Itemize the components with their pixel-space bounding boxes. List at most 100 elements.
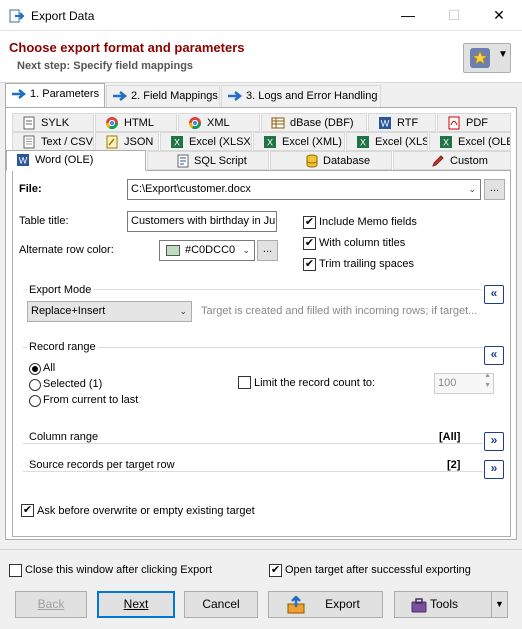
excel-icon: X	[357, 136, 369, 148]
export-icon	[287, 596, 305, 614]
tab-excel-xlsx[interactable]: X Excel (XLSX)	[160, 132, 252, 151]
range-from-current-radio[interactable]	[29, 395, 41, 407]
arrow-right-icon	[113, 91, 128, 101]
window-title: Export Data	[31, 9, 95, 23]
close-button[interactable]: ✕	[476, 0, 522, 31]
tab-sylk[interactable]: SYLK	[12, 113, 94, 132]
tab-html[interactable]: HTML	[95, 113, 177, 132]
trim-spaces-checkbox[interactable]: ✔	[303, 258, 316, 271]
collapse-export-mode-button[interactable]: «	[484, 285, 504, 304]
chrome-icon	[189, 117, 201, 130]
range-all-label: All	[43, 362, 56, 374]
next-button[interactable]: Next	[97, 591, 175, 618]
export-button[interactable]: Export	[268, 591, 383, 618]
tab-text-csv[interactable]: Text / CSV	[12, 132, 94, 151]
tab-dbase[interactable]: dBase (DBF)	[261, 113, 367, 132]
page-subtitle: Next step: Specify field mappings	[17, 60, 194, 72]
svg-text:W: W	[19, 156, 28, 166]
column-titles-checkbox[interactable]: ✔	[303, 237, 316, 250]
export-mode-description: Target is created and filled with incomi…	[201, 305, 478, 317]
chevron-down-icon: ⌄	[468, 184, 476, 194]
toolbox-icon	[411, 598, 427, 613]
record-range-title: Record range	[27, 341, 98, 353]
tab-custom[interactable]: Custom	[393, 151, 511, 170]
arrow-right-icon	[12, 89, 27, 99]
table-title-input[interactable]: Customers with birthday in Jul	[127, 211, 277, 232]
range-selected-radio[interactable]	[29, 379, 41, 391]
expand-source-records-button[interactable]: »	[484, 460, 504, 479]
pdf-icon	[448, 116, 460, 130]
tab-word-ole[interactable]: W Word (OLE)	[6, 150, 146, 171]
tab-json[interactable]: JSON	[95, 132, 159, 151]
tab-sql-script[interactable]: SQL Script	[147, 151, 269, 170]
step-parameters[interactable]: 1. Parameters	[5, 83, 105, 107]
json-icon	[106, 135, 118, 149]
export-mode-select[interactable]: Replace+Insert ⌄	[27, 301, 192, 322]
limit-count-checkbox[interactable]	[238, 376, 251, 389]
column-range-title: Column range	[27, 431, 101, 443]
cancel-button[interactable]: Cancel	[184, 591, 258, 618]
chevron-down-icon: ⌄	[179, 306, 187, 316]
tab-xml[interactable]: XML	[178, 113, 260, 132]
step-label: 2. Field Mappings	[131, 90, 218, 102]
minimize-button[interactable]: —	[385, 0, 431, 31]
chevron-down-icon: ⌄	[242, 245, 250, 255]
step-field-mappings[interactable]: 2. Field Mappings	[106, 85, 220, 107]
file-path-combobox[interactable]: C:\Export\customer.docx ⌄	[127, 179, 481, 200]
svg-text:X: X	[267, 138, 273, 148]
tab-rtf[interactable]: W RTF	[368, 113, 436, 132]
svg-text:W: W	[381, 119, 390, 129]
title-bar: Export Data — ☐ ✕	[0, 0, 522, 31]
collapse-record-range-button[interactable]: «	[484, 346, 504, 365]
tab-database[interactable]: Database	[270, 151, 392, 170]
back-button[interactable]: Back	[15, 591, 87, 618]
browse-file-button[interactable]: ...	[484, 179, 505, 200]
color-swatch	[166, 244, 180, 256]
include-memo-checkbox[interactable]: ✔	[303, 216, 316, 229]
open-target-checkbox[interactable]: ✔	[269, 564, 282, 577]
range-selected-label: Selected (1)	[43, 378, 103, 390]
sql-script-icon	[177, 154, 189, 168]
svg-text:X: X	[443, 138, 449, 148]
ask-overwrite-label: Ask before overwrite or empty existing t…	[37, 505, 255, 517]
database-icon	[306, 154, 318, 168]
tab-pdf[interactable]: PDF	[437, 113, 511, 132]
tab-excel-xml[interactable]: X Excel (XML)	[253, 132, 345, 151]
tools-dropdown-arrow[interactable]: ▼	[491, 592, 507, 617]
text-file-icon	[23, 135, 35, 149]
tab-excel-xls[interactable]: X Excel (XLS)	[346, 132, 428, 151]
range-all-radio[interactable]	[29, 363, 41, 375]
wizard-header: Choose export format and parameters Next…	[0, 31, 522, 83]
close-after-export-label: Close this window after clicking Export	[25, 564, 213, 576]
file-label: File:	[19, 183, 42, 195]
excel-icon: X	[171, 136, 183, 148]
include-memo-label: Include Memo fields	[319, 216, 417, 228]
tab-excel-ole[interactable]: X Excel (OLE)	[429, 132, 511, 151]
svg-text:X: X	[360, 138, 366, 148]
alt-row-color-combobox[interactable]: #C0DCC0 ⌄	[159, 240, 255, 261]
favorites-button[interactable]: ▼	[463, 43, 511, 73]
alt-row-color-label: Alternate row color:	[19, 244, 114, 256]
chevron-down-icon: ▼	[498, 49, 508, 60]
tools-button[interactable]: Tools ▼	[394, 591, 508, 618]
excel-icon: X	[440, 136, 452, 148]
limit-count-spinner[interactable]: 100 ▲ ▼	[434, 373, 494, 394]
pencil-icon	[432, 155, 444, 167]
excel-icon: X	[264, 136, 276, 148]
word-icon: W	[17, 154, 29, 166]
table-title-label: Table title:	[19, 215, 69, 227]
source-records-title: Source records per target row	[27, 459, 177, 471]
maximize-button: ☐	[447, 7, 461, 23]
star-icon	[470, 48, 490, 68]
close-after-export-checkbox[interactable]	[9, 564, 22, 577]
expand-column-range-button[interactable]: »	[484, 432, 504, 451]
color-picker-button[interactable]: ...	[257, 240, 278, 261]
step-logs-errors[interactable]: 3. Logs and Error Handling	[221, 85, 381, 107]
parameters-panel: SYLK HTML XML dBase (DBF) W RTF PDF Text…	[5, 107, 517, 540]
ask-overwrite-checkbox[interactable]: ✔	[21, 504, 34, 517]
chrome-icon	[106, 117, 118, 130]
source-records-value: [2]	[445, 459, 463, 471]
table-icon	[271, 117, 285, 129]
range-from-current-label: From current to last	[43, 394, 139, 406]
page-title: Choose export format and parameters	[9, 40, 245, 55]
